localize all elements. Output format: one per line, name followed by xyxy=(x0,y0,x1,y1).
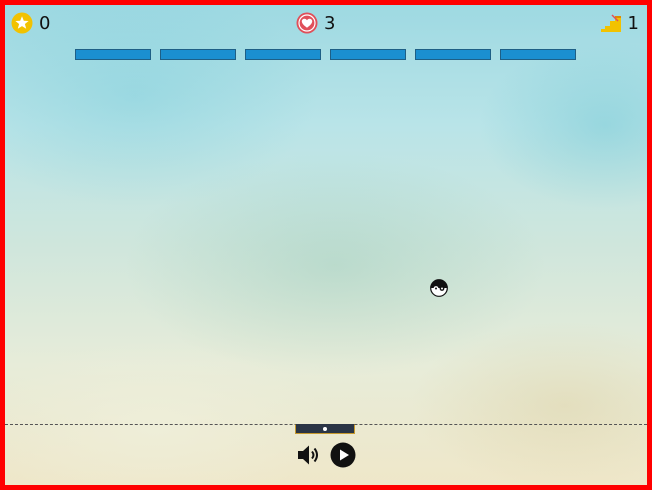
lives-value: 3 xyxy=(324,12,336,34)
brick xyxy=(500,49,576,60)
paddle[interactable] xyxy=(295,424,355,434)
brick xyxy=(75,49,151,60)
star-icon xyxy=(11,12,33,34)
score-value: 0 xyxy=(39,12,51,34)
score-display: 0 xyxy=(11,11,50,35)
level-display: 1 xyxy=(600,11,639,35)
brick xyxy=(160,49,236,60)
paddle-center-dot xyxy=(323,427,327,431)
level-value: 1 xyxy=(627,12,639,34)
play-icon[interactable] xyxy=(330,442,356,468)
speaker-icon[interactable] xyxy=(296,442,322,468)
game-controls xyxy=(296,442,356,468)
brick-row xyxy=(75,49,576,60)
heart-icon xyxy=(296,12,318,34)
game-canvas[interactable]: 0 3 1 xyxy=(0,0,652,490)
ball xyxy=(430,279,448,297)
lives-display: 3 xyxy=(296,11,335,35)
stairs-icon xyxy=(600,14,621,32)
brick xyxy=(245,49,321,60)
brick xyxy=(415,49,491,60)
brick xyxy=(330,49,406,60)
